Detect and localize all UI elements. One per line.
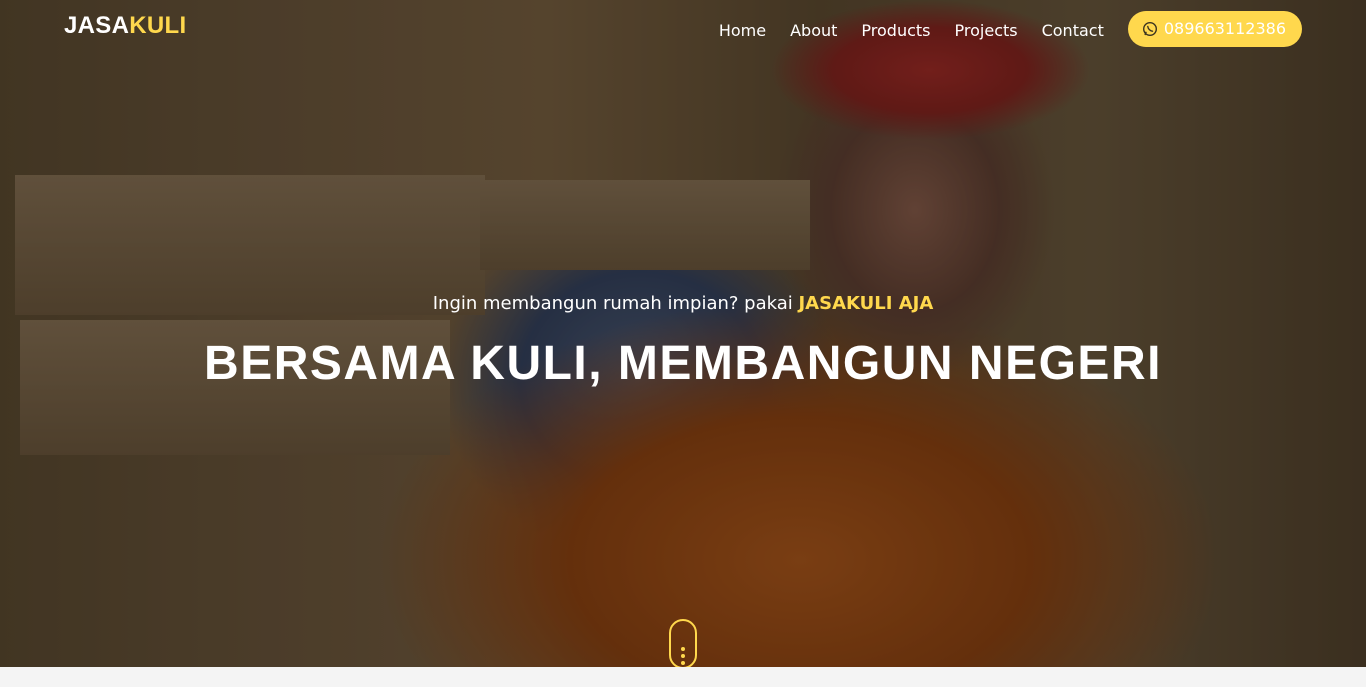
hero-overlay	[0, 0, 1366, 667]
next-section-edge	[0, 667, 1366, 687]
hero-tagline-highlight: JASAKULI AJA	[798, 293, 934, 314]
nav-link-home[interactable]: Home	[719, 20, 766, 42]
hero-headline: BERSAMA KULI, MEMBANGUN NEGERI	[204, 337, 1162, 390]
nav-link-products[interactable]: Products	[861, 20, 930, 42]
whatsapp-phone-button[interactable]: 089663112386	[1127, 11, 1302, 47]
nav-link-projects[interactable]: Projects	[955, 20, 1018, 42]
hero-tagline-text: Ingin membangun rumah impian? pakai	[432, 293, 799, 314]
nav-link-contact[interactable]: Contact	[1042, 20, 1104, 42]
hero-tagline: Ingin membangun rumah impian? pakai JASA…	[0, 293, 1366, 314]
nav-link-about[interactable]: About	[790, 20, 837, 42]
phone-number: 089663112386	[1163, 19, 1286, 38]
scroll-dot	[681, 661, 685, 665]
scroll-dot	[681, 654, 685, 658]
main-nav: Home About Products Projects Contact 089…	[695, 11, 1302, 47]
scroll-dot	[681, 647, 685, 651]
whatsapp-icon	[1142, 21, 1157, 37]
brand-logo-part1: JASA	[64, 12, 130, 39]
scroll-down-indicator[interactable]	[669, 619, 697, 669]
brand-logo-part2: KULI	[129, 12, 187, 39]
hero-section	[0, 0, 1366, 667]
brand-logo[interactable]: JASAKULI	[64, 12, 186, 40]
